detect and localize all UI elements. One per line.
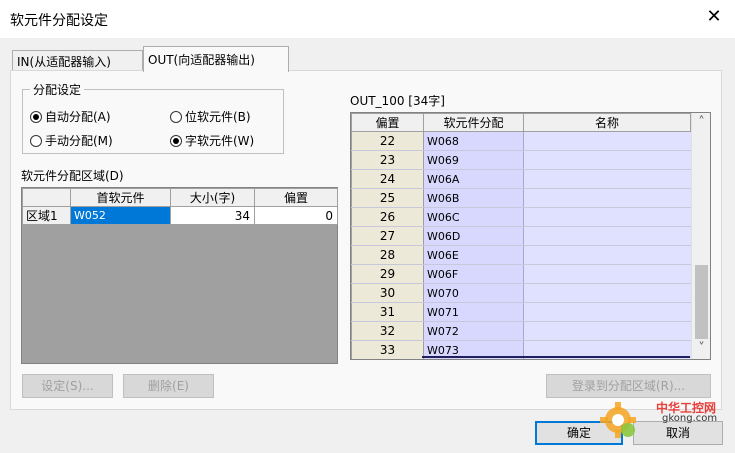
area-col-blank — [22, 188, 71, 207]
table-row[interactable]: 29 W06F — [351, 264, 691, 284]
name-cell[interactable] — [523, 131, 691, 151]
row-bottom-line — [422, 356, 690, 358]
scrollbar[interactable]: ˄ ˅ — [691, 113, 710, 359]
tab-out[interactable]: OUT(向适配器输出) — [143, 46, 289, 72]
title-bar — [0, 0, 735, 38]
table-row[interactable]: 23 W069 — [351, 150, 691, 170]
offset-cell[interactable]: 29 — [351, 264, 424, 284]
settings-button[interactable]: 设定(S)... — [22, 374, 113, 398]
table-row[interactable]: 27 W06D — [351, 226, 691, 246]
radio-unselected-icon — [170, 110, 182, 123]
offset-cell[interactable]: 22 — [351, 131, 424, 151]
device-cell[interactable]: W06D — [423, 226, 524, 246]
name-cell[interactable] — [523, 207, 691, 227]
offset-cell[interactable]: 27 — [351, 226, 424, 246]
scroll-up-icon[interactable]: ˄ — [692, 115, 710, 131]
device-cell[interactable]: W06C — [423, 207, 524, 227]
offset-cell[interactable]: 31 — [351, 302, 424, 322]
radio-label: 自动分配(A) — [45, 110, 111, 124]
device-cell[interactable]: W068 — [423, 131, 524, 151]
radio-bit-device[interactable]: 位软元件(B) — [170, 108, 251, 125]
scroll-down-icon[interactable]: ˅ — [692, 341, 710, 357]
name-cell[interactable] — [523, 302, 691, 322]
area-table-title: 软元件分配区域(D) — [21, 169, 124, 183]
name-cell[interactable] — [523, 226, 691, 246]
radio-word-device[interactable]: 字软元件(W) — [170, 132, 254, 149]
out-col-device[interactable]: 软元件分配 — [423, 113, 524, 132]
watermark-gear-icon — [598, 400, 638, 440]
offset-cell[interactable]: 23 — [351, 150, 424, 170]
area-col-first-device[interactable]: 首软元件 — [70, 188, 171, 207]
name-cell[interactable] — [523, 283, 691, 303]
area-table: 首软元件 大小(字) 偏置 区域1 W052 34 0 — [21, 187, 338, 364]
table-row[interactable]: 30 W070 — [351, 283, 691, 303]
table-row[interactable]: 28 W06E — [351, 245, 691, 265]
radio-selected-icon — [170, 134, 182, 147]
area-col-size[interactable]: 大小(字) — [170, 188, 255, 207]
out-table-title: OUT_100 [34字] — [350, 94, 445, 108]
device-cell[interactable]: W06F — [423, 264, 524, 284]
offset-cell[interactable]: 26 — [351, 207, 424, 227]
table-row[interactable]: 区域1 W052 34 0 — [22, 206, 338, 225]
device-cell[interactable]: W072 — [423, 321, 524, 341]
out-col-offset[interactable]: 偏置 — [351, 113, 424, 132]
device-cell[interactable]: W06E — [423, 245, 524, 265]
area-row-label: 区域1 — [22, 206, 71, 225]
table-row[interactable]: 24 W06A — [351, 169, 691, 189]
device-cell[interactable]: W06A — [423, 169, 524, 189]
radio-auto-alloc[interactable]: 自动分配(A) — [30, 108, 111, 125]
window-title: 软元件分配设定 — [10, 13, 108, 29]
device-cell[interactable]: W070 — [423, 283, 524, 303]
device-cell[interactable]: W069 — [423, 150, 524, 170]
device-cell[interactable]: W071 — [423, 302, 524, 322]
first-device-cell[interactable]: W052 — [70, 206, 171, 225]
offset-cell[interactable]: 30 — [351, 283, 424, 303]
name-cell[interactable] — [523, 150, 691, 170]
table-row[interactable]: 22 W068 — [351, 131, 691, 151]
alloc-setting-title: 分配设定 — [30, 81, 85, 98]
out-table: 偏置 软元件分配 名称 22 W068 23 W069 24 W06A 25 W06B 26 W0… — [350, 112, 711, 360]
table-row[interactable]: 26 W06C — [351, 207, 691, 227]
table-row[interactable]: 31 W071 — [351, 302, 691, 322]
device-cell[interactable]: W06B — [423, 188, 524, 208]
radio-label: 位软元件(B) — [185, 110, 251, 124]
name-cell[interactable] — [523, 245, 691, 265]
offset-cell[interactable]: 32 — [351, 321, 424, 341]
radio-label: 字软元件(W) — [185, 134, 255, 148]
delete-button[interactable]: 删除(E) — [123, 374, 214, 398]
out-col-name[interactable]: 名称 — [523, 113, 691, 132]
offset-cell[interactable]: 33 — [351, 340, 424, 359]
table-row[interactable]: 32 W072 — [351, 321, 691, 341]
register-button[interactable]: 登录到分配区域(R)... — [546, 374, 711, 398]
table-row[interactable]: 25 W06B — [351, 188, 691, 208]
radio-selected-icon — [30, 110, 42, 123]
cancel-button[interactable]: 取消 — [633, 421, 723, 445]
size-cell[interactable]: 34 — [170, 206, 255, 225]
tab-in[interactable]: IN(从适配器输入) — [12, 50, 143, 72]
radio-label: 手动分配(M) — [45, 134, 113, 148]
name-cell[interactable] — [523, 321, 691, 341]
offset-cell[interactable]: 24 — [351, 169, 424, 189]
watermark-text-en: gkong.com — [662, 413, 718, 424]
offset-cell[interactable]: 0 — [254, 206, 338, 225]
offset-cell[interactable]: 28 — [351, 245, 424, 265]
radio-manual-alloc[interactable]: 手动分配(M) — [30, 132, 113, 149]
scroll-thumb[interactable] — [695, 265, 708, 339]
name-cell[interactable] — [523, 169, 691, 189]
name-cell[interactable] — [523, 264, 691, 284]
area-col-offset[interactable]: 偏置 — [254, 188, 338, 207]
close-icon[interactable]: ✕ — [703, 6, 725, 28]
name-cell[interactable] — [523, 188, 691, 208]
radio-unselected-icon — [30, 134, 42, 147]
offset-cell[interactable]: 25 — [351, 188, 424, 208]
